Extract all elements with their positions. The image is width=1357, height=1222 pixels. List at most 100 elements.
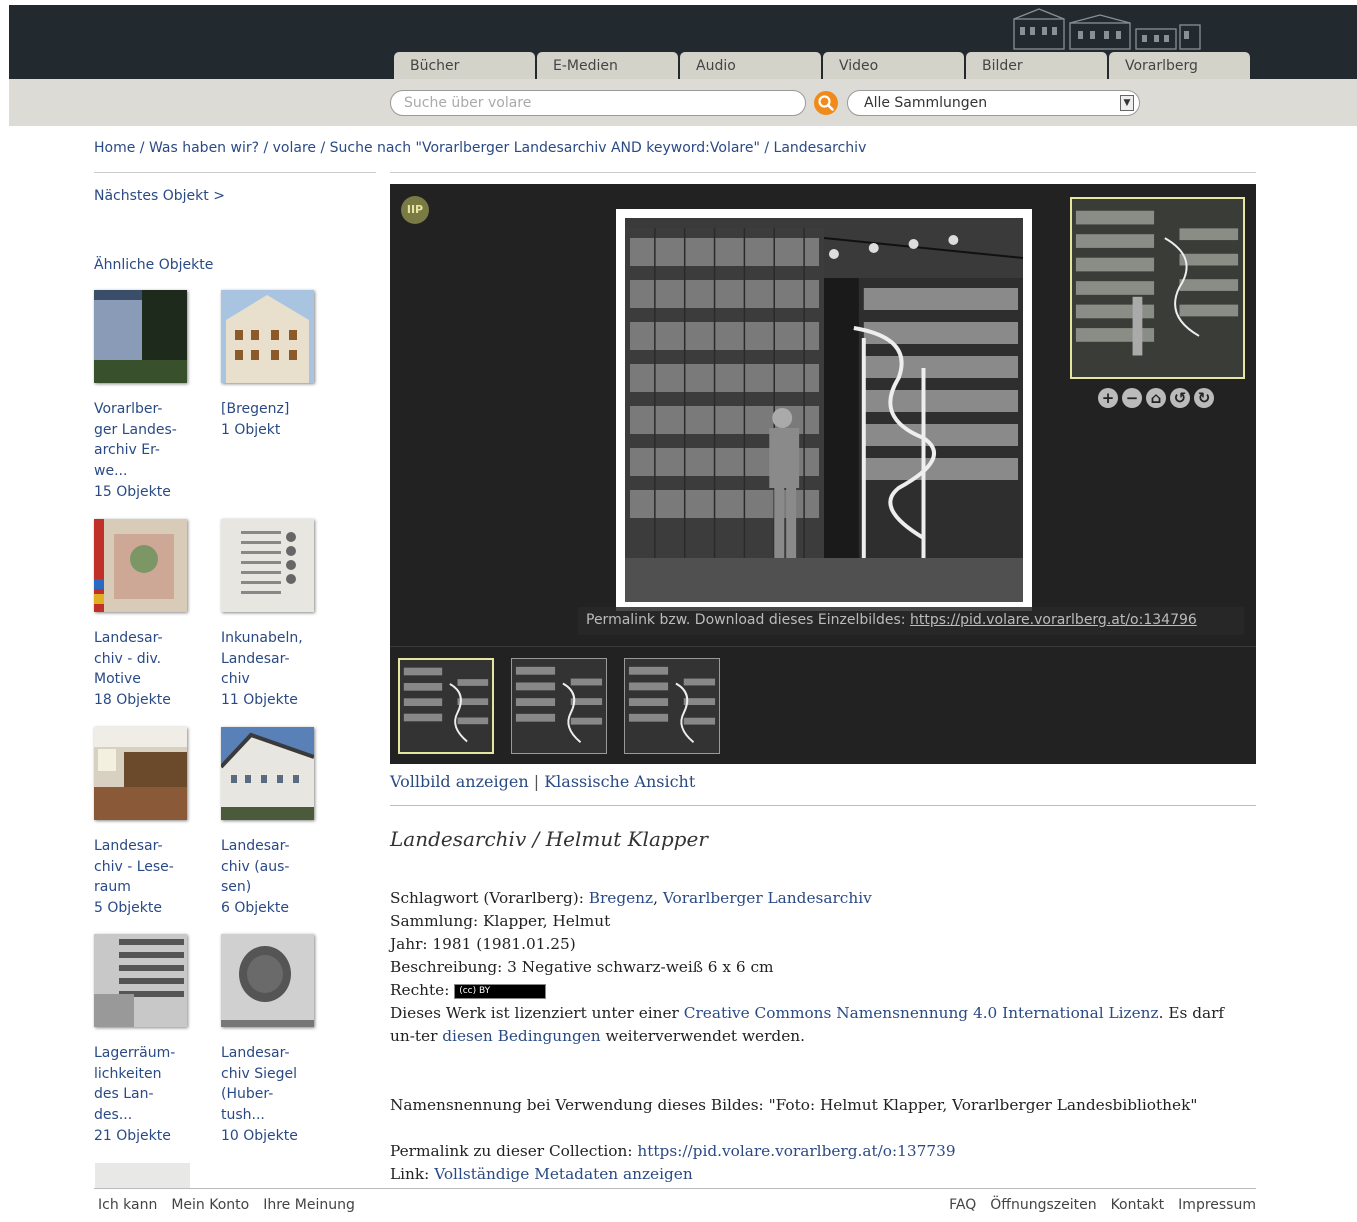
- similar-item-label: [Bregenz]: [221, 400, 290, 417]
- similar-item-count: 11 Objekte: [221, 692, 298, 709]
- zoom-out-icon[interactable]: −: [1122, 388, 1142, 408]
- record-metadata: Schlagwort (Vorarlberg): Bregenz, Vorarl…: [390, 887, 1250, 1186]
- sidebar-divider: [94, 172, 376, 173]
- similar-item[interactable]: Landesar- chiv Siegel (Huber- tush... 10…: [221, 934, 331, 1147]
- similar-item[interactable]: Landesar- chiv - div. Motive 18 Objekte: [94, 519, 204, 711]
- collection-select[interactable]: Alle Sammlungen ▼: [847, 90, 1140, 116]
- similar-item[interactable]: Inkunabeln, Landesar- chiv 11 Objekte: [221, 519, 331, 711]
- similar-item[interactable]: Landesar- chiv (aus- sen) 6 Objekte: [219, 727, 331, 919]
- similar-item-label: Vorarlber- ger Lan­des- archiv Er- we...: [94, 400, 177, 480]
- image-permalink-bar: Permalink bzw. Download dieses Einzelbil…: [578, 607, 1244, 635]
- description-row: Beschreibung: 3 Negative schwarz-weiß 6 …: [390, 958, 774, 976]
- search-input[interactable]: Suche über volare: [390, 90, 806, 116]
- footer: Ich kann Mein Konto Ihre Meinung FAQ Öff…: [94, 1188, 1256, 1222]
- fullscreen-link[interactable]: Vollbild anzeigen: [390, 772, 529, 791]
- similar-item-count: 10 Objekte: [221, 1127, 298, 1144]
- similar-item-label: Landesar- chiv - Lese- raum: [94, 837, 174, 896]
- content-divider: [390, 172, 1256, 173]
- license-post: weiterverwendet werden.: [605, 1027, 805, 1045]
- footer-link-faq[interactable]: FAQ: [949, 1197, 976, 1213]
- footer-link-kontakt[interactable]: Kontakt: [1111, 1197, 1165, 1213]
- similar-item-count: 21 Objekte: [94, 1127, 171, 1144]
- tab-bilder[interactable]: Bilder: [966, 52, 1107, 81]
- footer-left-links: Ich kann Mein Konto Ihre Meinung: [98, 1197, 355, 1213]
- similar-item-label: Inkunabeln, Landesar- chiv: [221, 629, 303, 688]
- record-title: Landesarchiv / Helmut Klapper: [390, 827, 708, 851]
- tab-vorarlberg[interactable]: Vorarlberg: [1109, 52, 1250, 81]
- rotate-left-icon[interactable]: ↺: [1170, 388, 1190, 408]
- similar-item-thumbnail[interactable]: [94, 727, 187, 820]
- similar-item-thumbnail[interactable]: [219, 727, 315, 820]
- similar-item-label: Lagerräum- lichkeiten des Lan- des...: [94, 1044, 176, 1124]
- license-link[interactable]: Creative Commons Namensnennung 4.0 Inter…: [684, 1004, 1159, 1022]
- similar-item-thumbnail[interactable]: [94, 934, 187, 1027]
- image-viewer[interactable]: IIP + − ⌂ ↺ ↻ Permalink bzw. Download di…: [390, 184, 1256, 764]
- view-links: Vollbild anzeigen | Klassische Ansicht: [390, 772, 695, 791]
- similar-item-label: Landesar- chiv (aus- sen): [221, 837, 290, 896]
- similar-item-label: Landesar- chiv - div. Motive: [94, 629, 163, 688]
- keyword-link-bregenz[interactable]: Bregenz: [589, 889, 653, 907]
- search-button[interactable]: [814, 91, 838, 115]
- zoom-in-icon[interactable]: +: [1098, 388, 1118, 408]
- rotate-right-icon[interactable]: ↻: [1194, 388, 1214, 408]
- iip-logo[interactable]: IIP: [401, 196, 429, 224]
- attribution-text: Namensnennung bei Verwendung dieses Bild…: [390, 1096, 1198, 1114]
- similar-item-thumbnail[interactable]: [221, 290, 314, 383]
- similar-objects-heading: Ähnliche Objekte: [94, 257, 214, 273]
- footer-link-impressum[interactable]: Impressum: [1178, 1197, 1256, 1213]
- overview-navigator[interactable]: [1070, 197, 1245, 379]
- similar-item-count: 6 Objekte: [221, 900, 289, 917]
- main-image[interactable]: [616, 209, 1032, 611]
- collection-row: Sammlung: Klapper, Helmut: [390, 912, 611, 930]
- zoom-controls: + − ⌂ ↺ ↻: [1098, 388, 1214, 408]
- keyword-link-landesarchiv[interactable]: Vorarlberger Landesarchiv: [663, 889, 872, 907]
- next-object-link[interactable]: Nächstes Objekt >: [94, 188, 225, 204]
- page-thumbnail-3[interactable]: [624, 658, 720, 754]
- view-divider: [390, 805, 1256, 806]
- similar-item[interactable]: Lagerräum- lichkeiten des Lan- des... 21…: [94, 934, 204, 1147]
- top-header: Bücher E-Medien Audio Video Bilder Vorar…: [9, 5, 1357, 81]
- image-permalink-label: Permalink bzw. Download dieses Einzelbil…: [586, 612, 906, 628]
- conditions-link[interactable]: diesen Bedingungen: [442, 1027, 600, 1045]
- collection-permalink-link[interactable]: https://pid.volare.vorarlberg.at/o:13773…: [637, 1142, 955, 1160]
- cc-license-badge[interactable]: (cc) BY: [454, 983, 547, 999]
- similar-item[interactable]: Landesar- chiv - Lese- raum 5 Objekte: [94, 727, 204, 919]
- tab-buecher[interactable]: Bücher: [394, 52, 535, 81]
- page-thumbnail-2[interactable]: [511, 658, 607, 754]
- similar-item[interactable]: [Bregenz] 1 Objekt: [221, 290, 331, 440]
- similar-item-label: Landesar- chiv Siegel (Huber- tush...: [221, 1044, 297, 1124]
- license-text: Dieses Werk ist lizenziert unter einer C…: [390, 1002, 1250, 1048]
- full-metadata-link[interactable]: Vollständige Metadaten anzeigen: [434, 1165, 692, 1183]
- footer-right-links: FAQ Öffnungszeiten Kontakt Impressum: [949, 1197, 1256, 1213]
- metadata-link-row: Link: Vollständige Metadaten anzeigen: [390, 1163, 1250, 1186]
- similar-item-thumbnail[interactable]: [221, 934, 314, 1027]
- footer-link-ihre-meinung[interactable]: Ihre Meinung: [263, 1197, 355, 1213]
- footer-link-ich-kann[interactable]: Ich kann: [98, 1197, 157, 1213]
- footer-link-oeffnungszeiten[interactable]: Öffnungszeiten: [990, 1197, 1096, 1213]
- tab-e-medien[interactable]: E-Medien: [537, 52, 678, 81]
- similar-item-count: 5 Objekte: [94, 900, 162, 917]
- metadata-link-label: Link:: [390, 1165, 430, 1183]
- similar-item-thumbnail[interactable]: [94, 519, 187, 612]
- collection-permalink-row: Permalink zu dieser Collection: https://…: [390, 1140, 1250, 1163]
- similar-item[interactable]: Vorarlber- ger Lan­des- archiv Er- we...…: [94, 290, 204, 503]
- page-thumbnail-1[interactable]: [398, 658, 494, 754]
- similar-item-thumbnail[interactable]: [221, 519, 314, 612]
- breadcrumb[interactable]: Home / Was haben wir? / volare / Suche n…: [94, 140, 866, 156]
- similar-item-count: 18 Objekte: [94, 692, 171, 709]
- tab-audio[interactable]: Audio: [680, 52, 821, 81]
- similar-item-thumbnail[interactable]: [94, 290, 187, 383]
- chevron-down-icon: ▼: [1120, 95, 1134, 111]
- similar-item-count: 15 Objekte: [94, 483, 171, 500]
- keyword-row: Schlagwort (Vorarlberg): Bregenz, Vorarl…: [390, 887, 1250, 910]
- tab-video[interactable]: Video: [823, 52, 964, 81]
- keyword-separator: ,: [653, 889, 658, 907]
- home-icon[interactable]: ⌂: [1146, 388, 1166, 408]
- image-permalink-link[interactable]: https://pid.volare.vorarlberg.at/o:13479…: [910, 612, 1197, 628]
- library-building-logo[interactable]: [1012, 7, 1202, 51]
- classic-view-link[interactable]: Klassische Ansicht: [544, 772, 695, 791]
- license-pre: Dieses Werk ist lizenziert unter einer: [390, 1004, 679, 1022]
- similar-item-thumbnail[interactable]: [95, 1163, 190, 1188]
- footer-link-mein-konto[interactable]: Mein Konto: [171, 1197, 249, 1213]
